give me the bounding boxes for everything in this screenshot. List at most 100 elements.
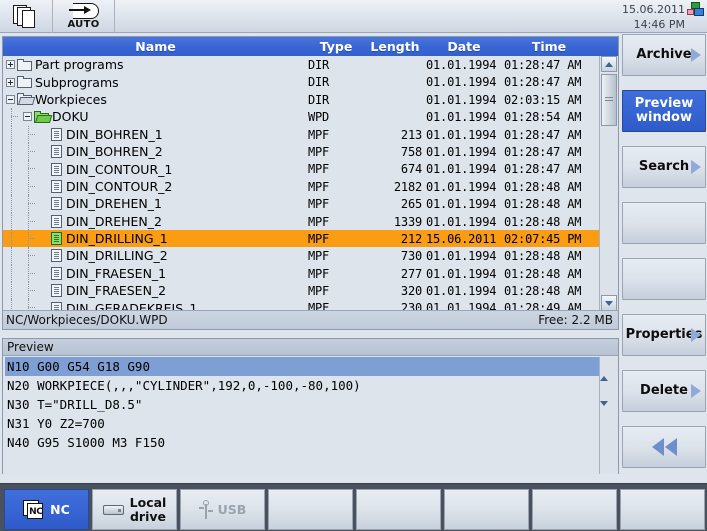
file-time-label: 01:28:47 AM <box>504 127 582 142</box>
table-row[interactable]: DIN_FRAESEN_1 MPF 277 01.01.1994 01:28:48 AM <box>3 264 601 283</box>
preview-scroll-down-arrow-icon[interactable] <box>600 401 618 425</box>
taskbar-button-slot-4[interactable] <box>268 489 353 530</box>
tree-expander-expanded-icon[interactable] <box>23 112 32 122</box>
table-row[interactable]: DIN_DRILLING_1 MPF 212 15.06.2011 02:07:45 P… <box>3 229 601 248</box>
table-row[interactable]: Subprograms DIR 01.01.1994 01:28:47 AM <box>3 73 601 90</box>
taskbar-label: Local drive <box>129 494 167 524</box>
file-name-label: DIN_FRAESEN_1 <box>66 265 167 281</box>
softkey-properties[interactable]: Properties <box>622 314 706 356</box>
column-header-length[interactable]: Length <box>364 39 426 54</box>
file-type-label: DIR <box>308 92 330 107</box>
softkey-search[interactable]: Search <box>622 146 706 188</box>
double-chevron-left-icon <box>651 438 677 456</box>
column-header-name[interactable]: Name <box>3 39 308 54</box>
table-row[interactable]: DIN_BOHREN_1 MPF 213 01.01.1994 01:28:47 AM <box>3 125 601 143</box>
taskbar-button-usb[interactable]: USB <box>180 489 265 530</box>
free-space-label: Free: 2.2 MB <box>538 313 613 327</box>
operating-mode-indicator[interactable]: AUTO <box>53 0 115 33</box>
softkey-empty-4[interactable] <box>622 258 706 300</box>
taskbar-button-nc[interactable]: NC NC <box>4 489 89 530</box>
table-row[interactable]: DIN_DREHEN_2 MPF 1339 01.01.1994 01:28:48 AM <box>3 212 601 230</box>
file-length-label <box>358 109 422 125</box>
stacked-pages-icon <box>13 4 39 29</box>
file-type-label: MPF <box>308 127 330 142</box>
preview-code-line[interactable]: N40 G95 S1000 M3 F150 <box>5 433 601 452</box>
scrollbar-thumb[interactable] <box>601 74 617 126</box>
file-date-label: 01.01.1994 <box>426 127 497 142</box>
usb-icon <box>198 499 213 520</box>
softkey-empty-3[interactable] <box>622 202 706 244</box>
status-topbar: AUTO 15.06.2011 14:46 PM <box>0 0 707 33</box>
file-name-label: Part programs <box>35 57 124 73</box>
softkey-delete[interactable]: Delete <box>622 370 706 412</box>
table-row[interactable]: DIN_DRILLING_2 MPF 730 01.01.1994 01:28:48 A… <box>3 247 601 265</box>
file-name-label: DIN_DREHEN_2 <box>66 213 162 229</box>
file-name-label: Workpieces <box>35 91 107 107</box>
file-name-label: Subprograms <box>35 74 119 90</box>
file-type-label: MPF <box>308 249 330 264</box>
chevron-right-icon <box>691 328 701 342</box>
tree-expander-collapsed-icon[interactable] <box>6 77 15 87</box>
preview-code-line[interactable]: N31 Y0 Z2=700 <box>5 414 601 433</box>
table-row[interactable]: Part programs DIR 01.01.1994 01:28:47 AM <box>3 56 601 73</box>
file-list-rows[interactable]: Part programs DIR 01.01.1994 01:28:47 AM Sub… <box>3 56 601 311</box>
tree-expander-collapsed-icon[interactable] <box>6 60 15 70</box>
file-date-label: 01.01.1994 <box>426 58 497 72</box>
preview-scroll-up-arrow-icon[interactable] <box>600 357 618 381</box>
table-row[interactable]: DIN_BOHREN_2 MPF 758 01.01.1994 01:28:47 AM <box>3 142 601 161</box>
file-name-label: DOKU <box>52 109 89 125</box>
preview-code-line[interactable]: N10 G00 G54 G18 G90 <box>5 357 601 376</box>
drive-icon <box>102 504 125 516</box>
taskbar-button-slot-6[interactable] <box>444 489 529 530</box>
file-length-label: 277 <box>400 266 422 281</box>
file-list-panel: Name Type Length Date Time Part programs… <box>2 36 619 330</box>
table-row[interactable]: DOKU WPD 01.01.1994 01:28:54 AM <box>3 108 601 126</box>
document-gray-icon <box>51 179 62 193</box>
file-type-label: MPF <box>308 197 330 212</box>
table-row[interactable]: DIN_CONTOUR_2 MPF 2182 01.01.1994 01:28:48 A… <box>3 177 601 196</box>
column-header-date[interactable]: Date <box>426 39 502 54</box>
preview-scrollbar[interactable] <box>599 357 618 474</box>
taskbar-button-slot-8[interactable] <box>620 489 705 530</box>
path-status-bar: NC/Workpieces/DOKU.WPD Free: 2.2 MB <box>3 310 618 329</box>
tree-expander-expanded-icon[interactable] <box>6 94 15 104</box>
file-list-header: Name Type Length Date Time <box>3 37 618 56</box>
preview-title: Preview <box>3 339 618 356</box>
softkey-archive[interactable]: Archive <box>622 34 706 76</box>
preview-code-area[interactable]: N10 G00 G54 G18 G90 N20 WORKPIECE(,,,"CYL… <box>3 357 601 474</box>
channel-indicator[interactable] <box>0 0 53 33</box>
table-row[interactable]: DIN_CONTOUR_1 MPF 674 01.01.1994 01:28:47 AM <box>3 160 601 178</box>
file-list-scrollbar[interactable] <box>599 56 618 311</box>
document-gray-icon <box>51 266 62 280</box>
file-time-label: 01:28:48 AM <box>504 284 582 299</box>
file-type-label: MPF <box>308 162 330 177</box>
file-date-label: 01.01.1994 <box>426 110 497 125</box>
document-gray-icon <box>51 284 62 298</box>
table-row[interactable]: Workpieces DIR 01.01.1994 02:03:15 AM <box>3 91 601 108</box>
preview-code-line[interactable]: N20 WORKPIECE(,,,"CYLINDER",192,0,-100,-… <box>5 376 601 395</box>
file-date-label: 01.01.1994 <box>426 179 497 194</box>
file-length-label <box>358 74 422 90</box>
document-gray-icon <box>51 214 62 228</box>
scroll-up-arrow-icon[interactable] <box>601 56 617 72</box>
file-date-label: 15.06.2011 <box>426 231 497 246</box>
taskbar-button-slot-5[interactable] <box>356 489 441 530</box>
network-status-icon <box>687 2 704 17</box>
file-length-label: 1339 <box>393 214 422 229</box>
softkey-empty-7[interactable] <box>622 426 706 468</box>
preview-code-line[interactable]: N30 T="DRILL_D8.5" <box>5 395 601 414</box>
column-header-time[interactable]: Time <box>502 39 596 54</box>
file-type-label: MPF <box>308 214 330 229</box>
softkey-label: Delete <box>640 383 688 398</box>
softkey-preview-window[interactable]: Preview window <box>622 90 706 132</box>
file-date-label: 01.01.1994 <box>426 249 497 264</box>
file-length-label: 2182 <box>393 179 422 194</box>
time-text: 14:46 PM <box>633 18 685 31</box>
column-header-type[interactable]: Type <box>308 39 364 54</box>
file-name-label: DIN_DRILLING_1 <box>66 231 168 247</box>
taskbar-button-local-drive[interactable]: Local drive <box>92 489 177 530</box>
taskbar-button-slot-7[interactable] <box>532 489 617 530</box>
table-row[interactable]: DIN_FRAESEN_2 MPF 320 01.01.1994 01:28:48 AM <box>3 282 601 300</box>
scroll-down-arrow-icon[interactable] <box>601 295 617 311</box>
table-row[interactable]: DIN_DREHEN_1 MPF 265 01.01.1994 01:28:48 AM <box>3 195 601 213</box>
